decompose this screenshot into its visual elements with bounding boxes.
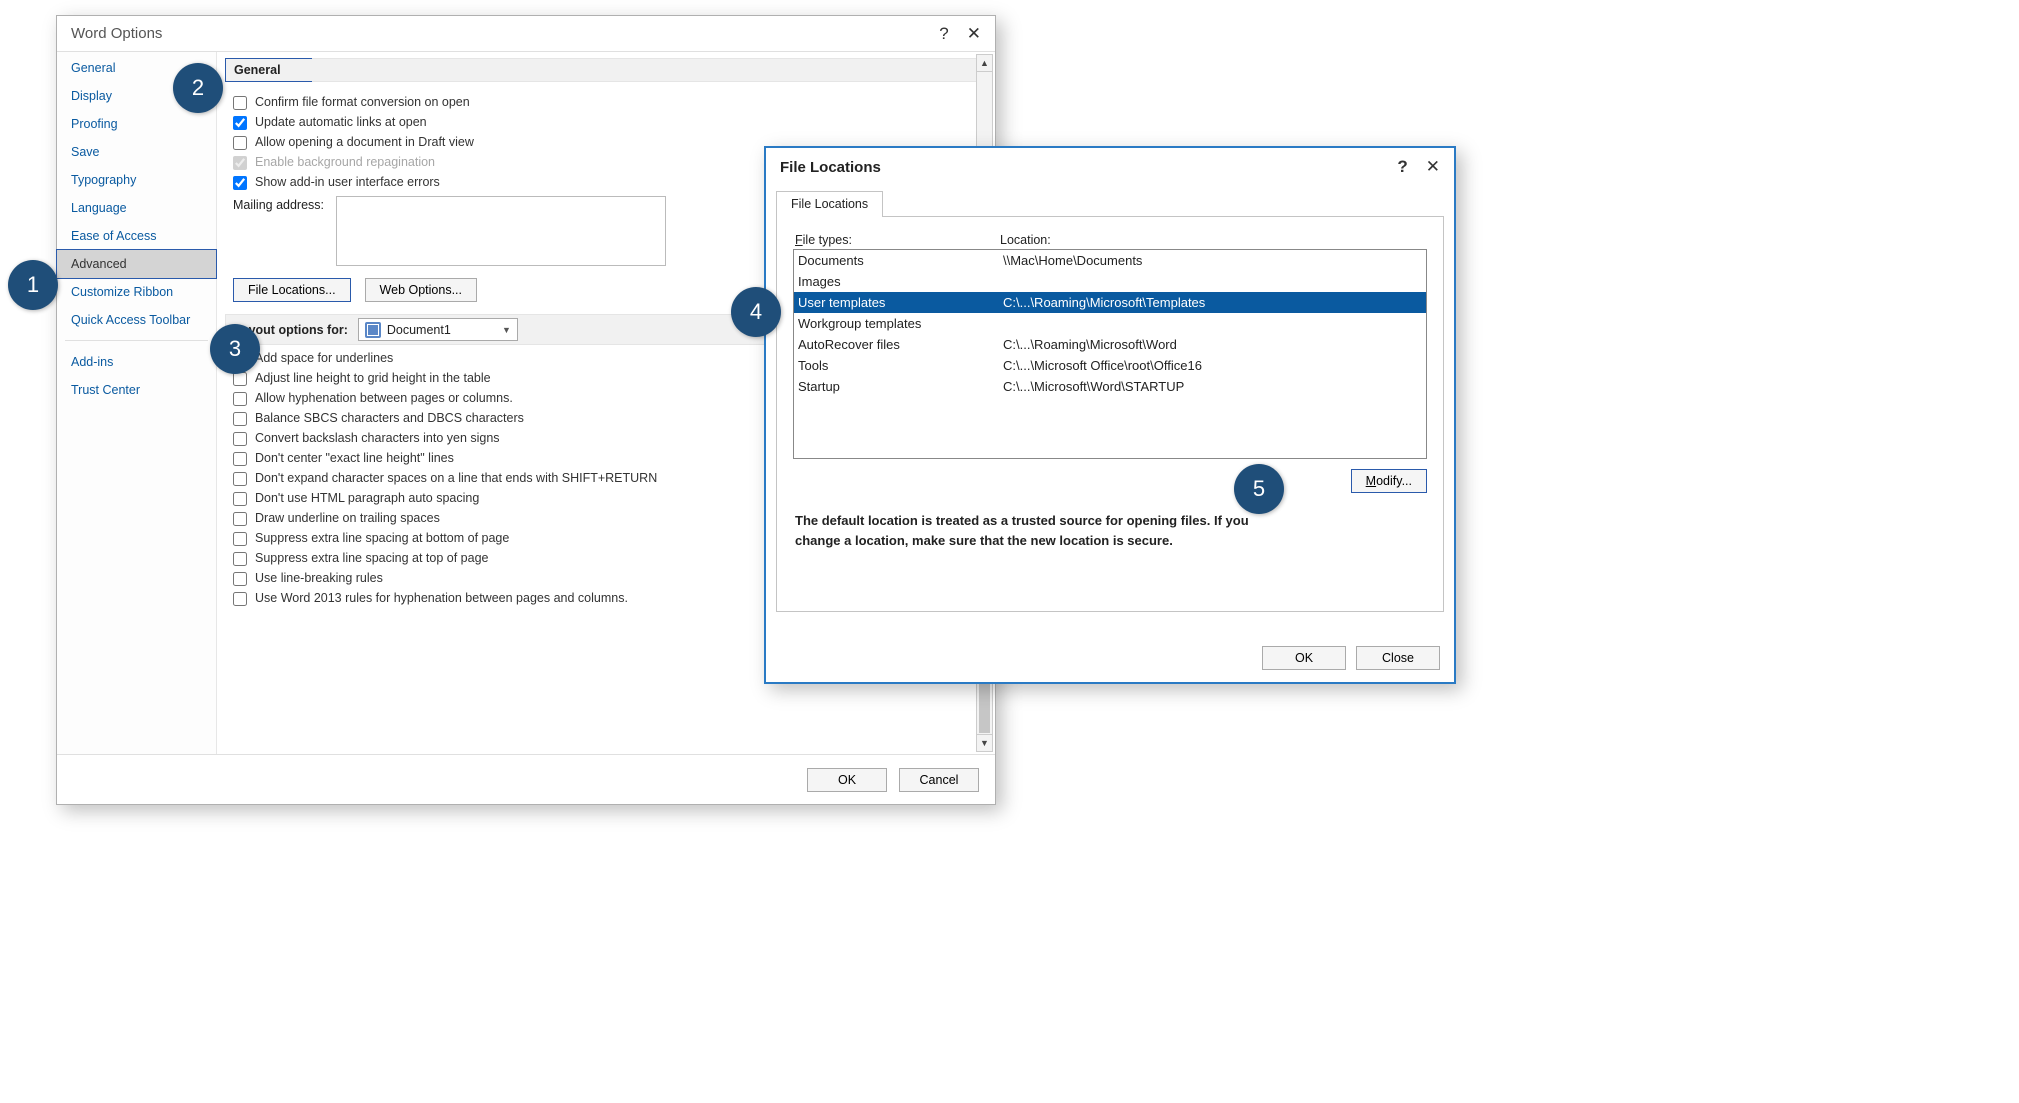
floc-close-button[interactable]: Close	[1356, 646, 1440, 670]
chk-confirm-conversion[interactable]: Confirm file format conversion on open	[233, 95, 977, 110]
help-icon[interactable]: ?	[1397, 157, 1407, 177]
file-locations-tab[interactable]: File Locations	[776, 191, 883, 217]
file-location-row[interactable]: Documents\\Mac\Home\Documents	[794, 250, 1426, 271]
file-location-row[interactable]: Images	[794, 271, 1426, 292]
word-options-title: Word Options	[71, 25, 162, 42]
step-badge-4: 4	[731, 287, 781, 337]
web-options-button[interactable]: Web Options...	[365, 278, 477, 302]
file-location-row[interactable]: StartupC:\...\Microsoft\Word\STARTUP	[794, 376, 1426, 397]
help-icon[interactable]: ?	[939, 24, 948, 44]
document-icon	[365, 322, 381, 338]
chevron-down-icon: ▼	[502, 325, 511, 335]
sidebar-divider	[65, 340, 208, 348]
step-badge-3: 3	[210, 324, 260, 374]
mailing-address-label: Mailing address:	[233, 196, 324, 212]
step-badge-5: 5	[1234, 464, 1284, 514]
file-locations-button[interactable]: File Locations...	[233, 278, 351, 302]
file-location-row[interactable]: AutoRecover filesC:\...\Roaming\Microsof…	[794, 334, 1426, 355]
chk-update-links[interactable]: Update automatic links at open	[233, 115, 977, 130]
ok-button[interactable]: OK	[807, 768, 887, 792]
modify-button[interactable]: Modify...	[1351, 469, 1427, 493]
close-icon[interactable]: ✕	[967, 24, 981, 44]
sidebar-save[interactable]: Save	[57, 138, 216, 166]
sidebar-customize-ribbon[interactable]: Customize Ribbon	[57, 278, 216, 306]
mailing-address-input[interactable]	[336, 196, 666, 266]
file-locations-panel: File types: Location: Documents\\Mac\Hom…	[776, 216, 1444, 612]
options-sidebar: General Display Proofing Save Typography…	[57, 52, 217, 754]
file-locations-titlebar: File Locations ? ✕	[766, 148, 1454, 186]
sidebar-quick-access-toolbar[interactable]: Quick Access Toolbar	[57, 306, 216, 334]
sidebar-typography[interactable]: Typography	[57, 166, 216, 194]
word-options-titlebar: Word Options ? ✕	[57, 16, 995, 52]
sidebar-trust-center[interactable]: Trust Center	[57, 376, 216, 404]
general-section-heading: General	[225, 58, 313, 82]
layout-document-combo[interactable]: Document1 ▼	[358, 318, 518, 341]
file-locations-list[interactable]: Documents\\Mac\Home\DocumentsImagesUser …	[793, 249, 1427, 459]
sidebar-addins[interactable]: Add-ins	[57, 348, 216, 376]
sidebar-advanced[interactable]: Advanced	[56, 249, 217, 279]
file-locations-note: The default location is treated as a tru…	[795, 511, 1295, 550]
sidebar-proofing[interactable]: Proofing	[57, 110, 216, 138]
close-icon[interactable]: ✕	[1426, 157, 1440, 177]
file-location-row[interactable]: ToolsC:\...\Microsoft Office\root\Office…	[794, 355, 1426, 376]
col-location: Location:	[1000, 233, 1051, 247]
general-section-bar	[312, 58, 977, 82]
col-file-types: File types:	[795, 233, 1000, 247]
floc-ok-button[interactable]: OK	[1262, 646, 1346, 670]
step-badge-2: 2	[173, 63, 223, 113]
file-locations-title: File Locations	[780, 159, 881, 176]
layout-document-name: Document1	[387, 323, 451, 337]
scroll-up-icon[interactable]: ▲	[977, 55, 992, 72]
file-locations-dialog: File Locations ? ✕ File Locations File t…	[764, 146, 1456, 684]
sidebar-ease-of-access[interactable]: Ease of Access	[57, 222, 216, 250]
file-location-row[interactable]: User templatesC:\...\Roaming\Microsoft\T…	[794, 292, 1426, 313]
cancel-button[interactable]: Cancel	[899, 768, 979, 792]
step-badge-1: 1	[8, 260, 58, 310]
word-options-footer: OK Cancel	[57, 754, 995, 804]
scroll-down-icon[interactable]: ▼	[977, 734, 992, 751]
file-location-row[interactable]: Workgroup templates	[794, 313, 1426, 334]
sidebar-language[interactable]: Language	[57, 194, 216, 222]
